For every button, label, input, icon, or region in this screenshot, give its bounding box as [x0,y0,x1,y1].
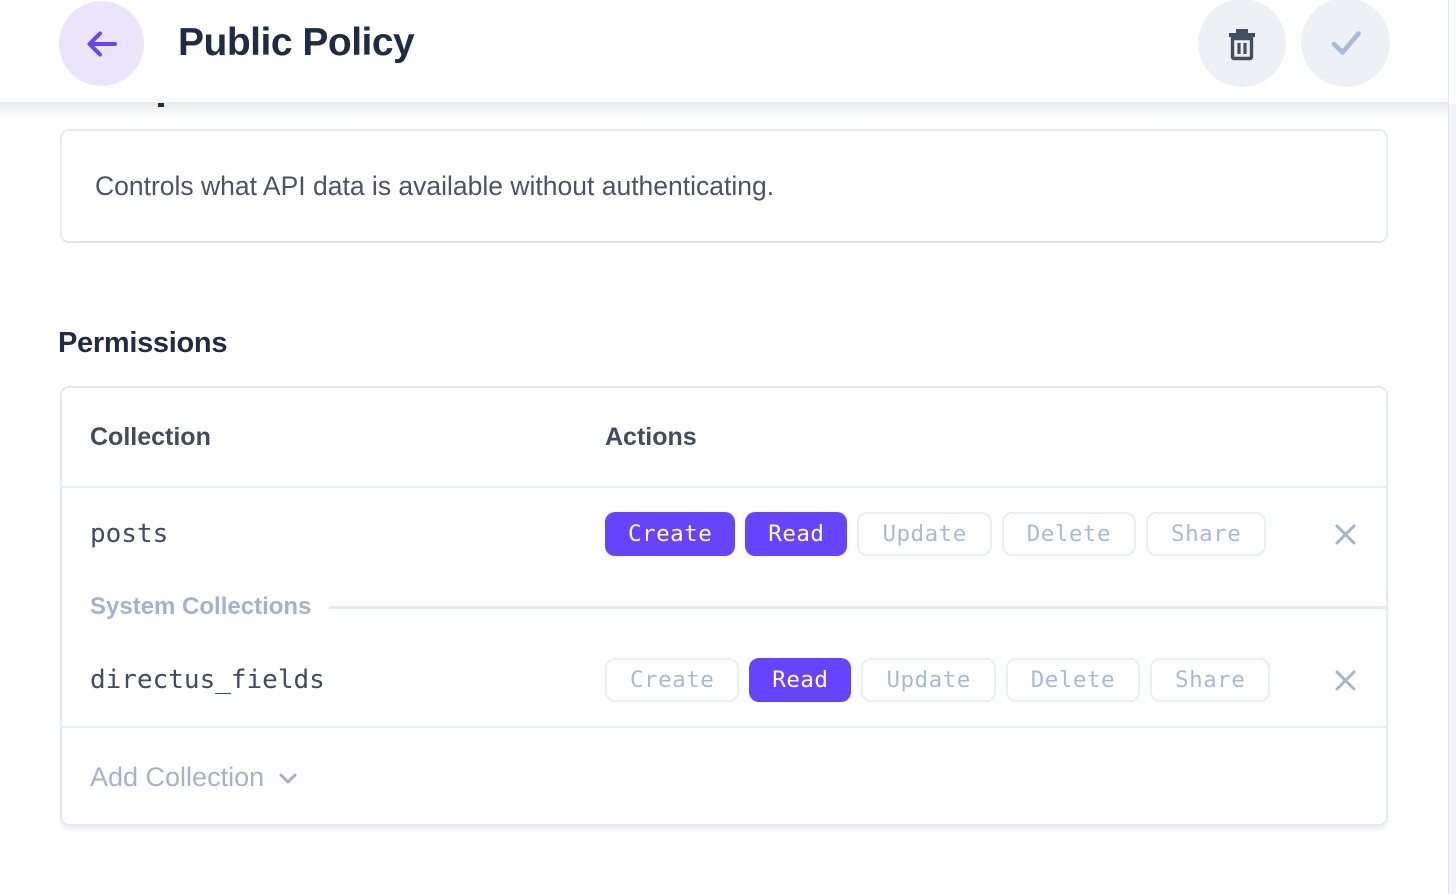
create-toggle[interactable]: Create [605,658,739,702]
remove-row-button[interactable] [1330,519,1360,549]
add-collection-button[interactable]: Add Collection [62,726,1386,826]
divider-line [329,606,1386,609]
header: Public Policy [0,0,1448,103]
share-toggle[interactable]: Share [1150,658,1270,702]
arrow-left-icon [82,24,122,64]
close-icon [1332,521,1359,548]
content-edge-divider [1448,0,1449,894]
system-collections-label: System Collections [90,593,311,621]
read-toggle[interactable]: Read [749,658,851,702]
add-collection-label: Add Collection [90,762,264,793]
page-title: Public Policy [178,0,414,85]
check-icon [1323,20,1369,66]
collection-column-header: Collection [90,423,605,452]
delete-toggle[interactable]: Delete [1006,658,1140,702]
permission-row-posts: posts Create Read Update Delete Share [62,488,1386,580]
back-button[interactable] [59,1,144,86]
scrollbar-gutter[interactable] [1449,104,1456,894]
actions-column-header: Actions [605,423,697,452]
description-value: Controls what API data is available with… [95,171,774,202]
action-toggles: Create Read Update Delete Share [605,512,1266,556]
system-collections-divider: System Collections [62,580,1386,634]
remove-row-button[interactable] [1330,665,1360,695]
create-toggle[interactable]: Create [605,512,735,556]
action-toggles: Create Read Update Delete Share [605,658,1270,702]
update-toggle[interactable]: Update [857,512,991,556]
save-button[interactable] [1301,0,1390,87]
share-toggle[interactable]: Share [1146,512,1266,556]
permissions-heading: Permissions [58,327,227,360]
delete-policy-button[interactable] [1198,0,1286,87]
update-toggle[interactable]: Update [861,658,995,702]
close-icon [1332,667,1359,694]
chevron-down-icon [274,765,302,793]
collection-name: directus_fields [90,665,605,695]
read-toggle[interactable]: Read [745,512,847,556]
permission-row-directus-fields: directus_fields Create Read Update Delet… [62,634,1386,726]
permissions-table-header: Collection Actions [62,388,1386,488]
delete-toggle[interactable]: Delete [1002,512,1136,556]
description-field[interactable]: Controls what API data is available with… [60,129,1388,243]
permissions-table: Collection Actions posts Create Read Upd… [60,386,1388,826]
collection-name: posts [90,519,605,549]
trash-icon [1221,22,1263,64]
